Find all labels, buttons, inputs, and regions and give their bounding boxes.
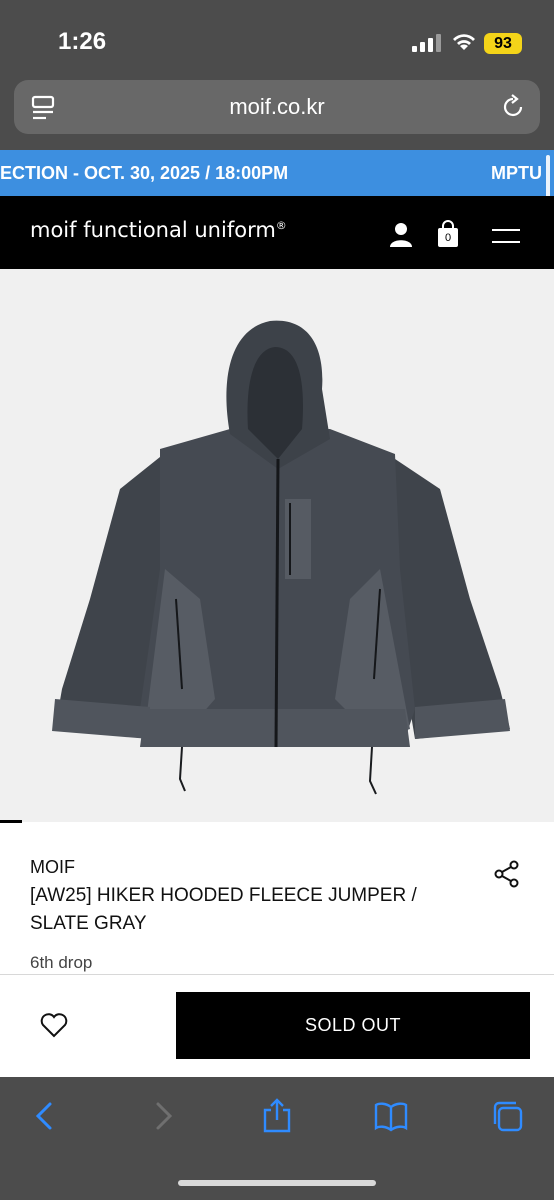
cellular-signal-icon xyxy=(412,34,441,52)
sold-out-button[interactable]: SOLD OUT xyxy=(176,992,530,1059)
drop-label: 6th drop xyxy=(30,953,93,972)
announcement-text-next: MPTU xyxy=(491,163,542,183)
forward-icon[interactable] xyxy=(146,1098,180,1134)
image-slide-indicator xyxy=(0,820,22,823)
share-icon[interactable] xyxy=(260,1098,294,1134)
status-time: 1:26 xyxy=(58,28,107,55)
wifi-icon xyxy=(453,34,475,50)
divider xyxy=(0,974,554,975)
site-header: moif functional uniform® xyxy=(0,196,554,269)
announcement-text: ECTION - OCT. 30, 2025 / 18:00PM xyxy=(0,163,289,183)
tabs-icon[interactable] xyxy=(490,1098,524,1134)
registered-mark: ® xyxy=(275,219,287,232)
bookmarks-icon[interactable] xyxy=(374,1098,408,1134)
user-icon[interactable] xyxy=(389,222,413,248)
page-menu-icon[interactable] xyxy=(30,94,56,122)
cart-count: 0 xyxy=(444,232,452,244)
announcement-banner[interactable]: ECTION - OCT. 30, 2025 / 18:00PM MPTU xyxy=(0,150,554,196)
site-logo-text: moif functional uniform xyxy=(30,218,276,242)
site-logo[interactable]: moif functional uniform® xyxy=(30,218,287,242)
share-icon[interactable] xyxy=(494,860,520,888)
url-text[interactable]: moif.co.kr xyxy=(14,80,540,134)
reload-icon[interactable] xyxy=(500,94,526,120)
battery-indicator: 93 xyxy=(484,33,522,54)
home-indicator[interactable] xyxy=(178,1180,376,1186)
product-image[interactable] xyxy=(0,269,554,822)
heart-icon[interactable] xyxy=(40,1012,68,1038)
product-brand[interactable]: MOIF xyxy=(30,857,75,878)
product-title: [AW25] HIKER HOODED FLEECE JUMPER / SLAT… xyxy=(30,885,417,934)
menu-icon[interactable] xyxy=(492,226,520,246)
back-icon[interactable] xyxy=(28,1098,62,1134)
address-bar[interactable]: moif.co.kr xyxy=(14,80,540,134)
